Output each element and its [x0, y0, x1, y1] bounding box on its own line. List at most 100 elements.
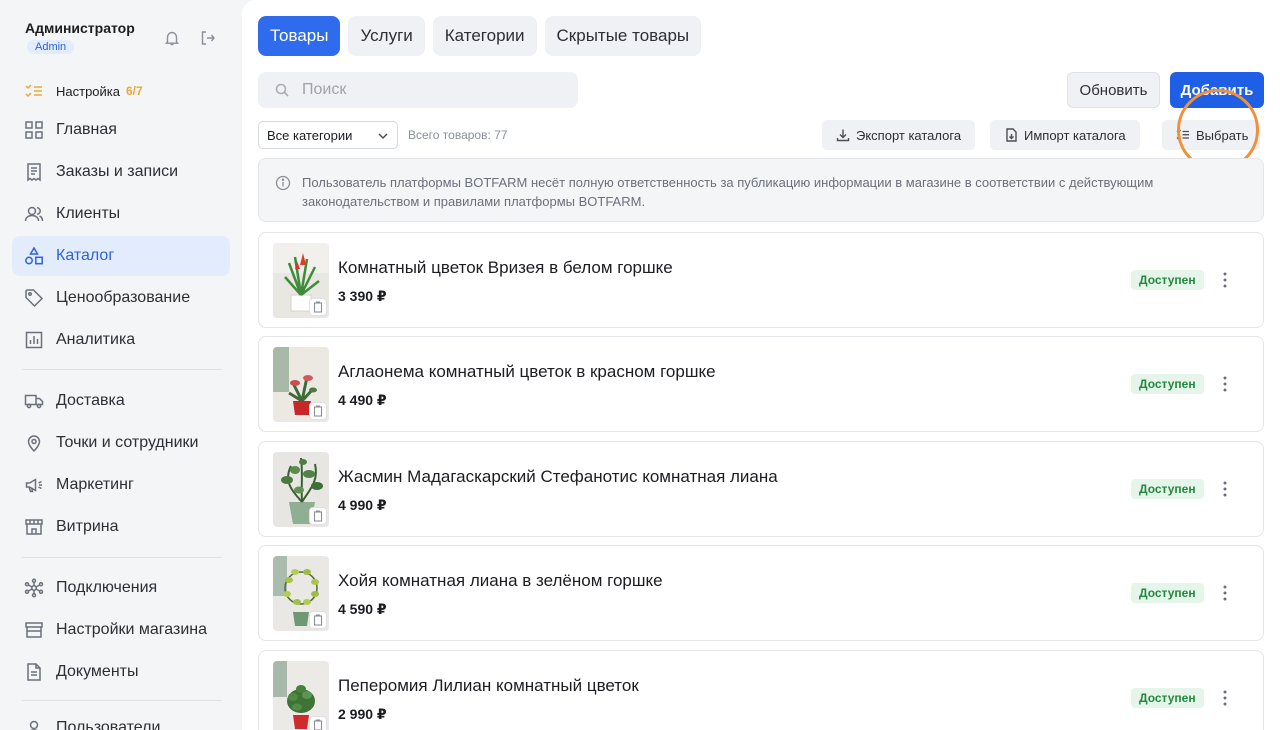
- sidebar-item-label: Клиенты: [56, 205, 121, 222]
- product-title[interactable]: Пеперомия Лилиан комнатный цветок: [338, 676, 639, 696]
- category-select[interactable]: Все категории: [258, 121, 398, 149]
- clipboard-icon: [309, 507, 327, 525]
- tag-icon: [24, 288, 44, 308]
- more-options-icon[interactable]: [1221, 584, 1229, 602]
- shapes-icon: [24, 246, 44, 266]
- product-title[interactable]: Комнатный цветок Вризея в белом горшке: [338, 258, 673, 278]
- receipt-icon: [24, 162, 44, 182]
- product-title[interactable]: Хойя комнатная лиана в зелёном горшке: [338, 571, 663, 591]
- status-badge: Доступен: [1131, 270, 1204, 290]
- status-badge: Доступен: [1131, 583, 1204, 603]
- product-price: 2 990 ₽: [338, 706, 387, 722]
- user-icon: [24, 718, 44, 730]
- more-options-icon[interactable]: [1221, 271, 1229, 289]
- sidebar-item-users[interactable]: Пользователи: [12, 708, 230, 730]
- search-input[interactable]: [302, 81, 562, 99]
- main-content: Товары Услуги Категории Скрытые товары О…: [242, 0, 1280, 730]
- sidebar-item-documents[interactable]: Документы: [12, 652, 230, 692]
- more-options-icon[interactable]: [1221, 375, 1229, 393]
- file-import-icon: [1004, 128, 1018, 142]
- megaphone-icon: [24, 475, 44, 495]
- clipboard-icon: [309, 298, 327, 316]
- export-catalog-button[interactable]: Экспорт каталога: [822, 120, 976, 150]
- product-image: [273, 347, 329, 422]
- search-icon: [274, 82, 290, 98]
- sidebar-item-store-settings[interactable]: Настройки магазина: [12, 610, 230, 650]
- product-price: 3 390 ₽: [338, 288, 387, 304]
- checklist-icon: [25, 83, 43, 99]
- catalog-tabs: Товары Услуги Категории Скрытые товары: [258, 16, 702, 56]
- info-icon: [275, 175, 291, 191]
- setup-progress[interactable]: Настройка 6/7: [25, 83, 143, 99]
- tab-services[interactable]: Услуги: [348, 16, 425, 56]
- product-card[interactable]: Жасмин Мадагаскарский Стефанотис комнатн…: [258, 441, 1264, 537]
- sidebar-divider: [22, 700, 222, 701]
- product-price: 4 590 ₽: [338, 601, 387, 617]
- sidebar-item-analytics[interactable]: Аналитика: [12, 320, 230, 360]
- category-select-value: Все категории: [267, 127, 353, 143]
- logout-icon[interactable]: [199, 29, 217, 47]
- document-icon: [24, 662, 44, 682]
- sidebar-item-label: Пользователи: [56, 719, 161, 730]
- bell-icon[interactable]: [163, 29, 181, 47]
- profile[interactable]: Администратор Admin: [25, 20, 135, 55]
- status-badge: Доступен: [1131, 688, 1204, 708]
- import-catalog-button[interactable]: Импорт каталога: [990, 120, 1140, 150]
- sidebar-divider: [22, 557, 222, 558]
- product-image: [273, 243, 329, 318]
- product-card[interactable]: Хойя комнатная лиана в зелёном горшке 4 …: [258, 545, 1264, 641]
- sidebar-item-locations[interactable]: Точки и сотрудники: [12, 423, 230, 463]
- sidebar-item-label: Ценообразование: [56, 289, 191, 306]
- sidebar-item-orders[interactable]: Заказы и записи: [12, 152, 230, 192]
- tab-hidden-products[interactable]: Скрытые товары: [544, 16, 702, 56]
- sidebar-item-showcase[interactable]: Витрина: [12, 507, 230, 547]
- pin-icon: [24, 433, 44, 453]
- product-image: [273, 452, 329, 527]
- search-box[interactable]: [258, 72, 578, 108]
- sidebar-item-label: Настройки магазина: [56, 621, 208, 638]
- sidebar-item-label: Маркетинг: [56, 476, 134, 493]
- product-price: 4 490 ₽: [338, 392, 387, 408]
- sidebar: Администратор Admin Настройка 6/7 Главна…: [0, 0, 242, 730]
- product-card[interactable]: Аглаонема комнатный цветок в красном гор…: [258, 336, 1264, 432]
- total-count: Всего товаров: 77: [408, 128, 508, 142]
- chevron-down-icon: [377, 130, 389, 142]
- chart-icon: [24, 330, 44, 350]
- sidebar-item-label: Главная: [56, 121, 117, 138]
- clipboard-icon: [309, 716, 327, 730]
- product-card[interactable]: Пеперомия Лилиан комнатный цветок 2 990 …: [258, 650, 1264, 730]
- storefront-icon: [24, 517, 44, 537]
- store-settings-icon: [24, 620, 44, 640]
- sidebar-divider: [22, 369, 222, 370]
- product-card[interactable]: Комнатный цветок Вризея в белом горшке 3…: [258, 232, 1264, 328]
- sidebar-item-label: Подключения: [56, 579, 158, 596]
- product-title[interactable]: Жасмин Мадагаскарский Стефанотис комнатн…: [338, 467, 778, 487]
- sidebar-item-marketing[interactable]: Маркетинг: [12, 465, 230, 505]
- refresh-button[interactable]: Обновить: [1067, 72, 1160, 108]
- sidebar-item-label: Витрина: [56, 518, 119, 535]
- more-options-icon[interactable]: [1221, 480, 1229, 498]
- sidebar-item-connections[interactable]: Подключения: [12, 568, 230, 608]
- sidebar-item-delivery[interactable]: Доставка: [12, 381, 230, 421]
- status-badge: Доступен: [1131, 479, 1204, 499]
- sidebar-item-label: Каталог: [56, 247, 115, 264]
- product-title[interactable]: Аглаонема комнатный цветок в красном гор…: [338, 362, 716, 382]
- tab-products[interactable]: Товары: [258, 16, 341, 56]
- setup-count: 6/7: [126, 84, 143, 98]
- sidebar-item-clients[interactable]: Клиенты: [12, 194, 230, 234]
- truck-icon: [24, 391, 44, 411]
- sidebar-item-home[interactable]: Главная: [12, 110, 230, 150]
- role-badge: Admin: [27, 40, 75, 54]
- download-icon: [836, 128, 850, 142]
- grid-icon: [24, 120, 44, 140]
- product-image: [273, 661, 329, 730]
- sidebar-item-catalog[interactable]: Каталог: [12, 236, 230, 276]
- import-label: Импорт каталога: [1024, 127, 1126, 143]
- sidebar-item-label: Аналитика: [56, 331, 136, 348]
- profile-name: Администратор: [25, 20, 135, 36]
- export-label: Экспорт каталога: [856, 127, 962, 143]
- sidebar-item-pricing[interactable]: Ценообразование: [12, 278, 230, 318]
- tab-categories[interactable]: Категории: [432, 16, 537, 56]
- product-price: 4 990 ₽: [338, 497, 387, 513]
- more-options-icon[interactable]: [1221, 689, 1229, 707]
